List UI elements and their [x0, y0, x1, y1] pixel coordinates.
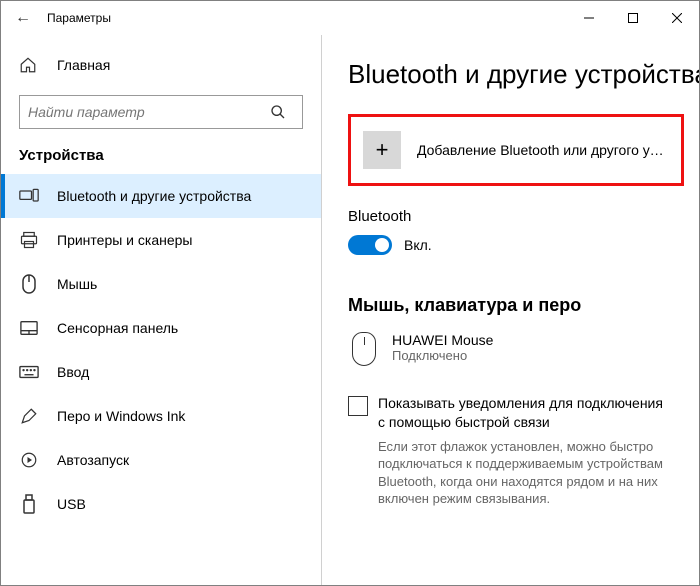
bluetooth-toggle-row: Вкл.: [348, 235, 699, 255]
toggle-knob: [375, 238, 389, 252]
device-info: HUAWEI Mouse Подключено: [392, 332, 493, 363]
main-panel: Bluetooth и другие устройства + Добавлен…: [322, 35, 699, 585]
sidebar: Главная Устройства Bluetooth и другие ус…: [1, 35, 321, 585]
bluetooth-toggle[interactable]: [348, 235, 392, 255]
bluetooth-section-label: Bluetooth: [348, 208, 699, 225]
settings-window: ← Параметры Главная: [0, 0, 700, 586]
search-input[interactable]: [28, 104, 270, 120]
home-nav[interactable]: Главная: [1, 45, 321, 85]
nav-label: Принтеры и сканеры: [57, 232, 192, 248]
window-controls: [567, 3, 699, 33]
swift-pair-checkbox[interactable]: [348, 396, 368, 416]
devices-section-heading: Мышь, клавиатура и перо: [348, 295, 699, 316]
back-button[interactable]: ←: [15, 9, 43, 27]
nav-label: Bluetooth и другие устройства: [57, 188, 251, 204]
nav-label: Автозапуск: [57, 452, 129, 468]
titlebar: ← Параметры: [1, 1, 699, 35]
swift-pair-label: Показывать уведомления для подключения с…: [378, 394, 668, 432]
device-status: Подключено: [392, 348, 493, 363]
device-name: HUAWEI Mouse: [392, 332, 493, 348]
bluetooth-toggle-label: Вкл.: [404, 237, 432, 253]
page-title: Bluetooth и другие устройства: [348, 59, 699, 90]
nav-bluetooth[interactable]: Bluetooth и другие устройства: [1, 174, 321, 218]
search-wrap: [1, 85, 321, 137]
autoplay-icon: [19, 451, 39, 469]
keyboard-icon: [19, 365, 39, 379]
add-device-label: Добавление Bluetooth или другого устройс…: [417, 142, 669, 158]
swift-pair-hint: Если этот флажок установлен, можно быстр…: [348, 438, 668, 508]
search-box[interactable]: [19, 95, 303, 129]
add-device-button[interactable]: + Добавление Bluetooth или другого устро…: [348, 114, 684, 186]
maximize-button[interactable]: [611, 3, 655, 33]
nav-label: Сенсорная панель: [57, 320, 178, 336]
mouse-device-icon: [352, 332, 376, 366]
nav-mouse[interactable]: Мышь: [1, 262, 321, 306]
home-icon: [19, 56, 39, 74]
sidebar-nav: Bluetooth и другие устройства Принтеры и…: [1, 174, 321, 526]
device-row[interactable]: HUAWEI Mouse Подключено: [348, 332, 699, 366]
nav-label: Перо и Windows Ink: [57, 408, 185, 424]
pen-icon: [19, 407, 39, 425]
nav-label: USB: [57, 496, 86, 512]
window-title: Параметры: [43, 11, 567, 25]
nav-label: Мышь: [57, 276, 97, 292]
nav-printers[interactable]: Принтеры и сканеры: [1, 218, 321, 262]
nav-pen[interactable]: Перо и Windows Ink: [1, 394, 321, 438]
touchpad-icon: [19, 320, 39, 336]
body: Главная Устройства Bluetooth и другие ус…: [1, 35, 699, 585]
sidebar-section-label: Устройства: [1, 137, 321, 174]
nav-touchpad[interactable]: Сенсорная панель: [1, 306, 321, 350]
nav-autoplay[interactable]: Автозапуск: [1, 438, 321, 482]
minimize-button[interactable]: [567, 3, 611, 33]
nav-typing[interactable]: Ввод: [1, 350, 321, 394]
nav-label: Ввод: [57, 364, 89, 380]
search-icon: [270, 104, 294, 120]
plus-icon: +: [363, 131, 401, 169]
close-button[interactable]: [655, 3, 699, 33]
swift-pair-row: Показывать уведомления для подключения с…: [348, 394, 668, 432]
nav-usb[interactable]: USB: [1, 482, 321, 526]
home-label: Главная: [57, 57, 110, 73]
usb-icon: [19, 494, 39, 514]
devices-icon: [19, 188, 39, 204]
mouse-icon: [19, 274, 39, 294]
printer-icon: [19, 231, 39, 249]
